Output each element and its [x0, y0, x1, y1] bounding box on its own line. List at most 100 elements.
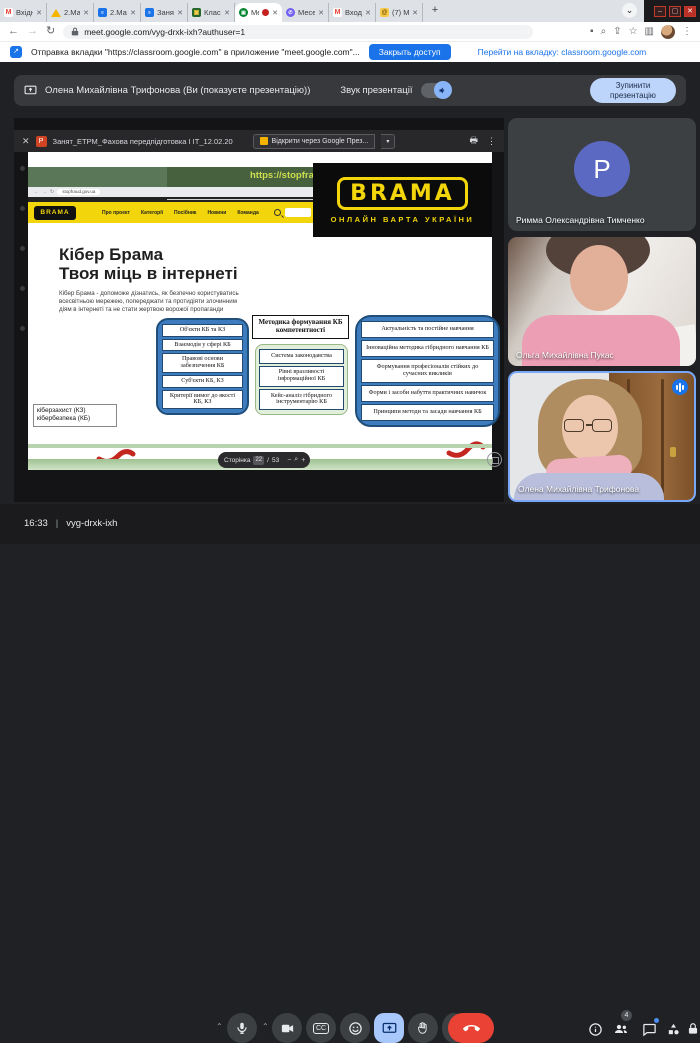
- page-label: Сторінка: [224, 457, 250, 464]
- mic-options-chevron-icon[interactable]: ⌃: [216, 1022, 223, 1031]
- presentation-audio-toggle[interactable]: [421, 83, 451, 98]
- docs-icon: ≡: [98, 8, 107, 17]
- tab-close-icon[interactable]: ✕: [130, 9, 136, 17]
- meeting-details-button[interactable]: [586, 1020, 604, 1038]
- zoom-icon[interactable]: ⌕: [601, 27, 607, 37]
- participant-tile-rymma[interactable]: Р Римма Олександрівна Тимченко: [508, 118, 696, 231]
- browser-address-bar: ← → ↻ meet.google.com/vyg-drxk-ixh?authu…: [0, 22, 700, 42]
- host-controls-button[interactable]: [684, 1020, 700, 1038]
- meeting-meta: 16:33 | vyg-drxk-ixh: [24, 518, 117, 529]
- activities-button[interactable]: [664, 1020, 682, 1038]
- back-icon[interactable]: ←: [8, 26, 19, 37]
- nav-item: Категорії: [141, 210, 163, 216]
- call-end-icon: [463, 1020, 480, 1037]
- tab-docs-1[interactable]: ≡ 2.Матері ✕: [94, 3, 141, 22]
- gmail-icon: M: [4, 8, 13, 17]
- glasses: [592, 419, 612, 432]
- tab-close-icon[interactable]: ✕: [36, 9, 42, 17]
- drive-icon: [51, 9, 61, 17]
- screen-share-icon: [24, 84, 37, 97]
- new-tab-button[interactable]: +: [428, 4, 442, 18]
- tab-label: Meet: [251, 8, 259, 17]
- info-icon: [588, 1022, 603, 1037]
- leave-call-button[interactable]: [448, 1013, 494, 1043]
- open-with-dropdown: Відкрити через Google През...: [253, 134, 376, 149]
- red-swoosh-right: [446, 438, 486, 460]
- tab-ukrnet-mail[interactable]: @ (7) Маil ✕: [376, 3, 423, 22]
- google-slides-icon: [260, 137, 268, 145]
- window-minimize-button[interactable]: –: [654, 6, 666, 17]
- side-panel-icon[interactable]: ▥: [645, 27, 654, 37]
- tab-close-icon[interactable]: ✕: [365, 9, 371, 17]
- tab-close-icon[interactable]: ✕: [412, 9, 418, 17]
- open-with-caret-icon: ▾: [381, 134, 395, 149]
- tab-gmail-ru[interactable]: M Входящи ✕: [329, 3, 376, 22]
- participant-video: [570, 245, 628, 311]
- avatar-letter: Р: [593, 154, 610, 185]
- presenting-button-active[interactable]: [374, 1013, 404, 1043]
- mic-icon: [235, 1021, 249, 1035]
- tab-messenger[interactable]: ✆ Месендж ✕: [282, 3, 329, 22]
- browser-menu-icon[interactable]: ⋮: [682, 27, 692, 37]
- chat-icon: [642, 1022, 657, 1037]
- profile-avatar[interactable]: [661, 25, 675, 39]
- tab-label: Входящи: [345, 8, 362, 17]
- open-with-label: Відкрити через Google През...: [272, 138, 369, 145]
- participant-name: Римма Олександрівна Тимченко: [516, 215, 645, 225]
- activities-shapes-icon: [666, 1022, 681, 1037]
- notification-text: Отправка вкладки "https://classroom.goog…: [31, 47, 360, 57]
- camera-options-chevron-icon[interactable]: ⌃: [262, 1022, 269, 1031]
- print-icon: 🖶: [470, 133, 479, 149]
- tab-close-icon[interactable]: ✕: [318, 9, 324, 17]
- raise-hand-button[interactable]: [408, 1013, 438, 1043]
- participants-button[interactable]: [612, 1020, 630, 1038]
- forward-icon[interactable]: →: [27, 26, 38, 37]
- address-bar-actions: ▪ ⌕ ⇪ ☆ ▥ ⋮: [590, 25, 692, 39]
- diagram-box: Система законодавства: [259, 349, 344, 364]
- participant-tile-olha[interactable]: Ольга Михайлівна Пукас: [508, 237, 696, 366]
- tab-share-notification: ↗ Отправка вкладки "https://classroom.go…: [0, 42, 700, 62]
- tab-meet-active[interactable]: ▣ Meet ✕: [235, 3, 282, 22]
- tab-close-icon[interactable]: ✕: [83, 9, 89, 17]
- camera-button[interactable]: [272, 1013, 302, 1043]
- tab-close-icon[interactable]: ✕: [177, 9, 183, 17]
- meet-icon: ▣: [239, 8, 248, 17]
- window-close-button[interactable]: ✕: [684, 6, 696, 17]
- reload-icon[interactable]: ↻: [46, 26, 55, 37]
- smiley-icon: [348, 1021, 363, 1036]
- participant-tile-olena-active-speaker[interactable]: Олена Михайлівна Трифонова: [508, 371, 696, 502]
- diagram-middle-title: Методика формування КБ компетентності: [252, 315, 349, 339]
- tab-close-icon[interactable]: ✕: [272, 9, 278, 17]
- captions-button[interactable]: CC: [306, 1013, 336, 1043]
- tab-classroom[interactable]: ▣ Клас | ✕: [188, 3, 235, 22]
- tab-label: Занят 2с: [157, 8, 174, 17]
- extension-icon[interactable]: ▪: [590, 27, 594, 37]
- camera-icon: [280, 1021, 295, 1036]
- brama-wordmark: BRAMA: [337, 177, 468, 210]
- diagram-box: Формування професіоналів стійких до суча…: [361, 359, 494, 383]
- tab-search-button[interactable]: ⌄: [622, 3, 637, 18]
- share-icon[interactable]: ⇪: [613, 27, 621, 37]
- tab-docs-2[interactable]: ≡ Занят 2с ✕: [141, 3, 188, 22]
- mic-button[interactable]: [227, 1013, 257, 1043]
- lock-icon: [686, 1022, 700, 1036]
- reactions-button[interactable]: [340, 1013, 370, 1043]
- window-maximize-button[interactable]: ▢: [669, 6, 681, 17]
- stop-presenting-button[interactable]: Зупинити презентацію: [590, 78, 676, 103]
- tab-drive[interactable]: 2.Мате ✕: [47, 3, 94, 22]
- slide-footer-band: [28, 444, 492, 448]
- tab-label: Вхідні (43: [16, 8, 33, 17]
- present-screen-icon: [382, 1021, 397, 1036]
- presenter-info-bar: Олена Михайлівна Трифонова (Ви (показуєт…: [14, 75, 686, 106]
- tab-gmail-inbox[interactable]: M Вхідні (43 ✕: [0, 3, 47, 22]
- brama-logo-block: BRAMA ОНЛАЙН ВАРТА УКРАЇНИ: [313, 163, 492, 237]
- bookmark-star-icon[interactable]: ☆: [629, 27, 638, 37]
- tab-label: 2.Мате: [64, 8, 80, 17]
- close-access-button[interactable]: Закрыть доступ: [369, 44, 451, 60]
- viewer-close-icon: ✕: [22, 136, 30, 147]
- tab-share-icon: ↗: [10, 46, 22, 58]
- go-to-tab-link[interactable]: Перейти на вкладку: classroom.google.com: [478, 47, 647, 57]
- url-field[interactable]: meet.google.com/vyg-drxk-ixh?authuser=1: [63, 25, 533, 39]
- tab-close-icon[interactable]: ✕: [224, 9, 230, 17]
- glasses-bridge: [586, 424, 592, 426]
